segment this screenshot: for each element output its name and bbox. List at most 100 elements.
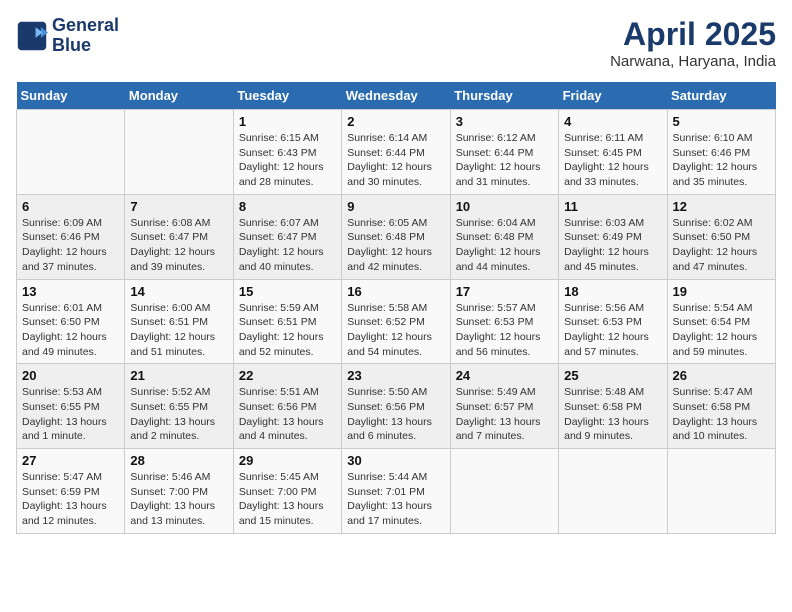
week-row-1: 1 Sunrise: 6:15 AM Sunset: 6:43 PM Daylig… (17, 110, 776, 195)
day-number: 19 (673, 284, 770, 299)
day-cell: 27 Sunrise: 5:47 AM Sunset: 6:59 PM Dayli… (17, 449, 125, 534)
day-number: 18 (564, 284, 661, 299)
day-cell: 5 Sunrise: 6:10 AM Sunset: 6:46 PM Daylig… (667, 110, 775, 195)
day-number: 1 (239, 114, 336, 129)
day-number: 17 (456, 284, 553, 299)
weekday-wednesday: Wednesday (342, 82, 450, 110)
day-cell: 30Sunrise: 5:44 AM Sunset: 7:01 PM Dayli… (342, 449, 450, 534)
day-info: Sunrise: 5:59 AM Sunset: 6:51 PM Dayligh… (239, 301, 336, 360)
day-number: 2 (347, 114, 444, 129)
month-title: April 2025 (610, 16, 776, 53)
day-cell: 8 Sunrise: 6:07 AM Sunset: 6:47 PM Daylig… (233, 194, 341, 279)
location: Narwana, Haryana, India (610, 53, 776, 70)
day-number: 11 (564, 199, 661, 214)
week-row-2: 6Sunrise: 6:09 AM Sunset: 6:46 PM Daylig… (17, 194, 776, 279)
day-cell: 20 Sunrise: 5:53 AM Sunset: 6:55 PM Dayli… (17, 364, 125, 449)
day-info: Sunrise: 6:03 AM Sunset: 6:49 PM Dayligh… (564, 216, 661, 275)
day-info: Sunrise: 5:50 AM Sunset: 6:56 PM Dayligh… (347, 385, 444, 444)
day-info: Sunrise: 6:05 AM Sunset: 6:48 PM Dayligh… (347, 216, 444, 275)
day-info: Sunrise: 5:58 AM Sunset: 6:52 PM Dayligh… (347, 301, 444, 360)
day-number: 30 (347, 453, 444, 468)
day-cell: 4 Sunrise: 6:11 AM Sunset: 6:45 PM Daylig… (559, 110, 667, 195)
week-row-5: 27 Sunrise: 5:47 AM Sunset: 6:59 PM Dayli… (17, 449, 776, 534)
day-cell: 14 Sunrise: 6:00 AM Sunset: 6:51 PM Dayli… (125, 279, 233, 364)
day-info: Sunrise: 5:46 AM Sunset: 7:00 PM Dayligh… (130, 470, 227, 529)
day-cell: 19Sunrise: 5:54 AM Sunset: 6:54 PM Dayli… (667, 279, 775, 364)
day-number: 24 (456, 368, 553, 383)
logo-text: General Blue (52, 16, 119, 56)
day-info: Sunrise: 5:47 AM Sunset: 6:59 PM Dayligh… (22, 470, 119, 529)
day-number: 22 (239, 368, 336, 383)
day-cell: 13 Sunrise: 6:01 AM Sunset: 6:50 PM Dayli… (17, 279, 125, 364)
day-number: 7 (130, 199, 227, 214)
day-number: 5 (673, 114, 770, 129)
calendar-body: 1 Sunrise: 6:15 AM Sunset: 6:43 PM Daylig… (17, 110, 776, 534)
day-info: Sunrise: 6:04 AM Sunset: 6:48 PM Dayligh… (456, 216, 553, 275)
day-info: Sunrise: 5:56 AM Sunset: 6:53 PM Dayligh… (564, 301, 661, 360)
day-number: 28 (130, 453, 227, 468)
day-number: 27 (22, 453, 119, 468)
day-number: 4 (564, 114, 661, 129)
weekday-saturday: Saturday (667, 82, 775, 110)
day-cell: 16Sunrise: 5:58 AM Sunset: 6:52 PM Dayli… (342, 279, 450, 364)
day-number: 15 (239, 284, 336, 299)
day-number: 20 (22, 368, 119, 383)
logo-icon (16, 20, 48, 52)
day-number: 10 (456, 199, 553, 214)
day-number: 9 (347, 199, 444, 214)
day-number: 13 (22, 284, 119, 299)
weekday-friday: Friday (559, 82, 667, 110)
day-info: Sunrise: 6:02 AM Sunset: 6:50 PM Dayligh… (673, 216, 770, 275)
day-info: Sunrise: 5:47 AM Sunset: 6:58 PM Dayligh… (673, 385, 770, 444)
day-cell: 22 Sunrise: 5:51 AM Sunset: 6:56 PM Dayli… (233, 364, 341, 449)
day-info: Sunrise: 6:11 AM Sunset: 6:45 PM Dayligh… (564, 131, 661, 190)
day-cell (667, 449, 775, 534)
weekday-sunday: Sunday (17, 82, 125, 110)
weekday-monday: Monday (125, 82, 233, 110)
day-cell: 29 Sunrise: 5:45 AM Sunset: 7:00 PM Dayli… (233, 449, 341, 534)
day-number: 3 (456, 114, 553, 129)
week-row-3: 13 Sunrise: 6:01 AM Sunset: 6:50 PM Dayli… (17, 279, 776, 364)
day-number: 29 (239, 453, 336, 468)
weekday-thursday: Thursday (450, 82, 558, 110)
day-cell: 15 Sunrise: 5:59 AM Sunset: 6:51 PM Dayli… (233, 279, 341, 364)
day-info: Sunrise: 5:53 AM Sunset: 6:55 PM Dayligh… (22, 385, 119, 444)
day-cell (559, 449, 667, 534)
day-info: Sunrise: 6:08 AM Sunset: 6:47 PM Dayligh… (130, 216, 227, 275)
day-info: Sunrise: 5:51 AM Sunset: 6:56 PM Dayligh… (239, 385, 336, 444)
day-info: Sunrise: 6:00 AM Sunset: 6:51 PM Dayligh… (130, 301, 227, 360)
day-cell: 11 Sunrise: 6:03 AM Sunset: 6:49 PM Dayli… (559, 194, 667, 279)
day-info: Sunrise: 5:45 AM Sunset: 7:00 PM Dayligh… (239, 470, 336, 529)
week-row-4: 20 Sunrise: 5:53 AM Sunset: 6:55 PM Dayli… (17, 364, 776, 449)
logo: General Blue (16, 16, 119, 56)
day-info: Sunrise: 6:09 AM Sunset: 6:46 PM Dayligh… (22, 216, 119, 275)
page-header: General Blue April 2025 Narwana, Haryana… (16, 16, 776, 70)
day-info: Sunrise: 6:12 AM Sunset: 6:44 PM Dayligh… (456, 131, 553, 190)
day-cell: 7 Sunrise: 6:08 AM Sunset: 6:47 PM Daylig… (125, 194, 233, 279)
day-cell: 12Sunrise: 6:02 AM Sunset: 6:50 PM Dayli… (667, 194, 775, 279)
day-cell: 23 Sunrise: 5:50 AM Sunset: 6:56 PM Dayli… (342, 364, 450, 449)
day-info: Sunrise: 6:07 AM Sunset: 6:47 PM Dayligh… (239, 216, 336, 275)
day-number: 14 (130, 284, 227, 299)
day-info: Sunrise: 6:14 AM Sunset: 6:44 PM Dayligh… (347, 131, 444, 190)
day-cell: 28 Sunrise: 5:46 AM Sunset: 7:00 PM Dayli… (125, 449, 233, 534)
day-cell: 10 Sunrise: 6:04 AM Sunset: 6:48 PM Dayli… (450, 194, 558, 279)
day-number: 26 (673, 368, 770, 383)
day-number: 21 (130, 368, 227, 383)
day-info: Sunrise: 5:49 AM Sunset: 6:57 PM Dayligh… (456, 385, 553, 444)
day-info: Sunrise: 6:10 AM Sunset: 6:46 PM Dayligh… (673, 131, 770, 190)
day-info: Sunrise: 6:01 AM Sunset: 6:50 PM Dayligh… (22, 301, 119, 360)
day-info: Sunrise: 5:57 AM Sunset: 6:53 PM Dayligh… (456, 301, 553, 360)
day-info: Sunrise: 6:15 AM Sunset: 6:43 PM Dayligh… (239, 131, 336, 190)
calendar-table: SundayMondayTuesdayWednesdayThursdayFrid… (16, 82, 776, 534)
day-info: Sunrise: 5:48 AM Sunset: 6:58 PM Dayligh… (564, 385, 661, 444)
day-cell: 21 Sunrise: 5:52 AM Sunset: 6:55 PM Dayli… (125, 364, 233, 449)
day-number: 25 (564, 368, 661, 383)
day-number: 8 (239, 199, 336, 214)
calendar-header: SundayMondayTuesdayWednesdayThursdayFrid… (17, 82, 776, 110)
day-cell (17, 110, 125, 195)
day-cell: 9 Sunrise: 6:05 AM Sunset: 6:48 PM Daylig… (342, 194, 450, 279)
day-info: Sunrise: 5:52 AM Sunset: 6:55 PM Dayligh… (130, 385, 227, 444)
day-cell: 26 Sunrise: 5:47 AM Sunset: 6:58 PM Dayli… (667, 364, 775, 449)
day-number: 23 (347, 368, 444, 383)
